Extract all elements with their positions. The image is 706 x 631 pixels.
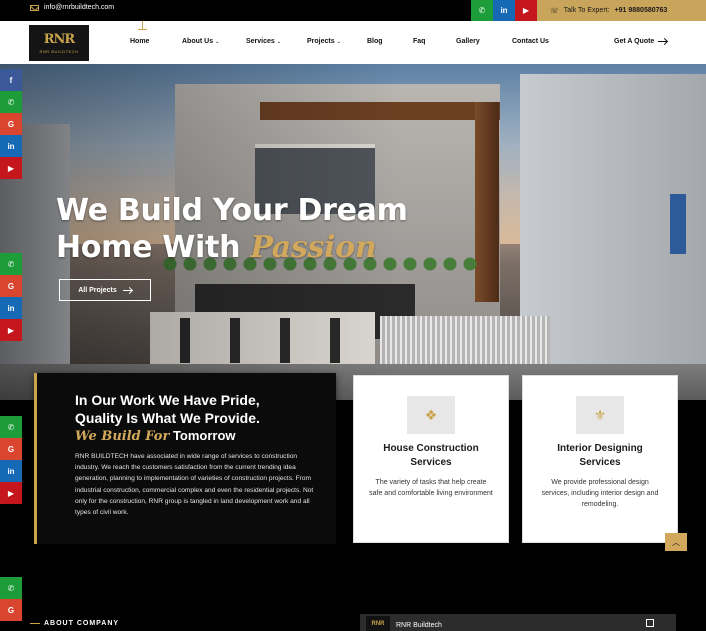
youtube-icon: ▶	[7, 488, 15, 498]
service-card-interior-designing[interactable]: ⚜ Interior Designing Services We provide…	[522, 375, 678, 543]
google-icon: G	[7, 281, 15, 291]
whatsapp-icon: ✆	[7, 422, 15, 432]
side-linkedin-button[interactable]: in	[0, 460, 22, 482]
scroll-to-top-button[interactable]: ︿	[665, 533, 687, 551]
whatsapp-icon: ✆	[7, 583, 15, 593]
nav-active-indicator	[138, 21, 147, 30]
nav-about-us[interactable]: About Us ⌄	[182, 38, 219, 45]
pride-heading: In Our Work We Have Pride, Quality Is Wh…	[75, 392, 260, 426]
linkedin-icon: in	[7, 141, 15, 151]
side-youtube-button[interactable]: ▶	[0, 319, 22, 341]
facebook-icon: f	[9, 75, 13, 85]
side-social-group: ✆ G	[0, 577, 22, 621]
about-company-label: ABOUT COMPANY	[29, 620, 120, 627]
side-linkedin-button[interactable]: in	[0, 135, 22, 157]
side-social-group: ✆ G in ▶	[0, 416, 22, 504]
linkedin-icon: in	[7, 466, 15, 476]
side-whatsapp-button[interactable]: ✆	[0, 416, 22, 438]
hero-line-1: We Build Your Dream	[56, 193, 408, 228]
whatsapp-icon: ✆	[7, 97, 15, 107]
service-title: House Construction Services	[383, 443, 479, 468]
nav-contact-us[interactable]: Contact Us	[512, 38, 549, 45]
side-youtube-button[interactable]: ▶	[0, 157, 22, 179]
hero-window	[670, 194, 686, 254]
side-google-button[interactable]: G	[0, 113, 22, 135]
house-construction-icon: ❖	[407, 396, 455, 434]
service-card-house-construction[interactable]: ❖ House Construction Services The variet…	[353, 375, 509, 543]
top-bar: info@rnrbuildtech.com ✆ in ▶ ☏ Talk To E…	[0, 0, 706, 21]
pride-description: RNR BUILDTECH have associated in wide ra…	[75, 453, 314, 517]
get-a-quote-label: Get A Quote	[614, 38, 655, 45]
google-icon: G	[7, 119, 15, 129]
brand-logo[interactable]: RNR RNR BUILDTECH	[29, 25, 89, 61]
side-google-button[interactable]: G	[0, 438, 22, 460]
service-title: Interior Designing Services	[557, 443, 643, 468]
top-youtube-button[interactable]: ▶	[515, 0, 537, 21]
google-icon: G	[7, 444, 15, 454]
chevron-down-icon: ⌄	[215, 39, 220, 45]
youtube-icon: ▶	[7, 163, 15, 173]
service-description: The variety of tasks that help create sa…	[369, 479, 493, 497]
pride-tag-rest: Tomorrow	[172, 428, 236, 443]
side-google-button[interactable]: G	[0, 599, 22, 621]
youtube-icon: ▶	[7, 325, 15, 335]
nav-gallery[interactable]: Gallery	[456, 38, 480, 45]
linkedin-icon: in	[7, 303, 15, 313]
arrow-right-icon	[658, 41, 668, 42]
chevron-down-icon: ⌄	[276, 39, 282, 45]
hero-line-2: Home With Passion	[56, 230, 377, 265]
hero-banner: We Build Your Dream Home With Passion Al…	[0, 64, 706, 400]
nav-faq[interactable]: Faq	[413, 38, 425, 45]
youtube-icon: ▶	[522, 6, 530, 15]
whatsapp-icon: ✆	[7, 259, 15, 269]
email-text: info@rnrbuildtech.com	[44, 4, 115, 11]
side-social-group: ✆ G in ▶	[0, 253, 22, 341]
side-youtube-button[interactable]: ▶	[0, 482, 22, 504]
video-title: RNR Buildtech	[396, 622, 442, 629]
talk-to-expert[interactable]: ☏ Talk To Expert: +91 9880580763	[537, 0, 706, 21]
nav-projects[interactable]: Projects ⌄	[307, 38, 341, 45]
top-whatsapp-button[interactable]: ✆	[471, 0, 493, 21]
nav-home[interactable]: Home	[130, 38, 149, 45]
hero-gate	[380, 316, 550, 368]
hero-headline: We Build Your Dream Home With Passion	[56, 192, 408, 266]
google-icon: G	[7, 605, 15, 615]
copy-link-icon[interactable]	[646, 619, 654, 627]
expert-phone: +91 9880580763	[614, 7, 668, 14]
service-description: We provide professional design services,…	[541, 479, 659, 508]
side-facebook-button[interactable]: f	[0, 69, 22, 91]
all-projects-button[interactable]: All Projects	[59, 279, 151, 301]
email-link[interactable]: info@rnrbuildtech.com	[30, 4, 114, 11]
logo-name: RNR BUILDTECH	[39, 48, 79, 54]
get-a-quote-button[interactable]: Get A Quote	[614, 38, 668, 45]
top-linkedin-button[interactable]: in	[493, 0, 515, 21]
chevron-down-icon: ⌄	[336, 39, 341, 45]
phone-icon: ☏	[550, 7, 559, 15]
all-projects-label: All Projects	[78, 286, 117, 294]
pride-tagline: We Build For Tomorrow	[75, 428, 236, 444]
main-navbar: RNR RNR BUILDTECH Home About Us ⌄ Service…	[0, 21, 706, 64]
nav-services[interactable]: Services ⌄	[246, 38, 281, 45]
company-video[interactable]: RNR RNR Buildtech	[360, 614, 676, 631]
logo-mark: RNR	[43, 31, 75, 47]
pride-panel: In Our Work We Have Pride, Quality Is Wh…	[34, 373, 336, 544]
arrow-right-icon	[122, 289, 132, 291]
side-whatsapp-button[interactable]: ✆	[0, 253, 22, 275]
mail-icon	[30, 4, 39, 11]
side-whatsapp-button[interactable]: ✆	[0, 577, 22, 599]
video-channel-logo: RNR	[366, 616, 390, 631]
nav-blog[interactable]: Blog	[367, 38, 383, 45]
expert-label: Talk To Expert:	[563, 7, 610, 14]
side-whatsapp-button[interactable]: ✆	[0, 91, 22, 113]
side-google-button[interactable]: G	[0, 275, 22, 297]
side-linkedin-button[interactable]: in	[0, 297, 22, 319]
linkedin-icon: in	[500, 6, 508, 15]
side-social-group: f ✆ G in ▶	[0, 69, 22, 179]
whatsapp-icon: ✆	[478, 6, 486, 15]
interior-design-icon: ⚜	[576, 396, 624, 434]
pride-tag-accent: We Build For	[75, 429, 170, 444]
chevron-up-icon: ︿	[672, 537, 680, 547]
hero-accent: Passion	[250, 230, 377, 265]
